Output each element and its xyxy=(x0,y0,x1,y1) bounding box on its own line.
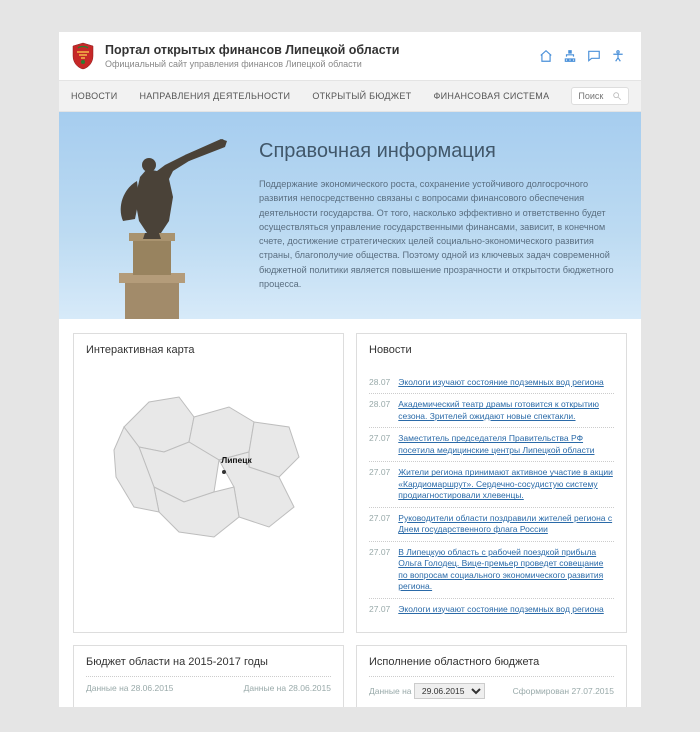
page-container: Портал открытых финансов Липецкой област… xyxy=(59,32,641,707)
accessibility-icon[interactable] xyxy=(611,49,625,63)
news-list: 28.07 Экологи изучают состояние подземных… xyxy=(369,372,614,620)
hero-title: Справочная информация xyxy=(259,140,617,163)
news-link[interactable]: Руководители области поздравили жителей … xyxy=(398,513,614,536)
budget-card: Бюджет области на 2015-2017 годы Данные … xyxy=(73,645,344,707)
interactive-map-card: Интерактивная карта Липецк xyxy=(73,333,344,633)
execution-date-select[interactable]: 29.06.2015 xyxy=(414,683,485,699)
news-link[interactable]: В Липецкую область с рабочей поездкой пр… xyxy=(398,547,614,593)
news-card-title: Новости xyxy=(369,344,614,364)
nav-item-finance-system[interactable]: ФИНАНСОВАЯ СИСТЕМА xyxy=(433,91,549,101)
news-link[interactable]: Академический театр драмы готовится к от… xyxy=(398,399,614,422)
news-item: 27.07 Жители региона принимают активное у… xyxy=(369,462,614,507)
news-item: 27.07 Экологи изучают состояние подземных… xyxy=(369,599,614,620)
news-date: 27.07 xyxy=(369,547,390,593)
budget-card-title: Бюджет области на 2015-2017 годы xyxy=(86,656,331,677)
home-icon[interactable] xyxy=(539,49,553,63)
news-link[interactable]: Экологи изучают состояние подземных вод … xyxy=(398,604,603,615)
search-input[interactable] xyxy=(578,91,608,101)
sitemap-icon[interactable] xyxy=(563,49,577,63)
execution-card: Исполнение областного бюджета Данные на … xyxy=(356,645,627,707)
execution-formed: Сформирован 27.07.2015 xyxy=(513,686,614,696)
hero-banner: Справочная информация Поддержание эконом… xyxy=(59,112,641,319)
main-nav: НОВОСТИ НАПРАВЛЕНИЯ ДЕЯТЕЛЬНОСТИ ОТКРЫТЫ… xyxy=(59,80,641,112)
news-link[interactable]: Заместитель председателя Правительства Р… xyxy=(398,433,614,456)
news-item: 27.07 Руководители области поздравили жит… xyxy=(369,508,614,542)
nav-item-activities[interactable]: НАПРАВЛЕНИЯ ДЕЯТЕЛЬНОСТИ xyxy=(139,91,290,101)
news-link[interactable]: Жители региона принимают активное участи… xyxy=(398,467,614,501)
content-row-2: Бюджет области на 2015-2017 годы Данные … xyxy=(59,633,641,707)
monument-icon xyxy=(77,129,237,319)
map-city-label: Липецк xyxy=(114,455,359,465)
news-card: Новости 28.07 Экологи изучают состояние п… xyxy=(356,333,627,633)
coat-of-arms-icon xyxy=(71,42,95,70)
hero-body: Поддержание экономического роста, сохран… xyxy=(259,177,617,291)
nav-item-open-budget[interactable]: ОТКРЫТЫЙ БЮДЖЕТ xyxy=(312,91,411,101)
news-date: 27.07 xyxy=(369,467,390,501)
execution-label: Данные на xyxy=(369,686,412,696)
search-box[interactable] xyxy=(571,87,629,105)
region-map[interactable]: Липецк xyxy=(86,372,331,570)
content-row-1: Интерактивная карта Липецк xyxy=(59,319,641,633)
site-title: Портал открытых финансов Липецкой област… xyxy=(105,43,539,57)
budget-meta-right: Данные на 28.06.2015 xyxy=(244,683,331,693)
search-icon xyxy=(612,91,622,101)
site-subtitle: Официальный сайт управления финансов Лип… xyxy=(105,59,539,69)
header-icons xyxy=(539,49,625,63)
news-item: 28.07 Академический театр драмы готовится… xyxy=(369,394,614,428)
news-item: 28.07 Экологи изучают состояние подземных… xyxy=(369,372,614,394)
news-link[interactable]: Экологи изучают состояние подземных вод … xyxy=(398,377,603,388)
chat-icon[interactable] xyxy=(587,49,601,63)
news-date: 28.07 xyxy=(369,377,390,388)
map-card-title: Интерактивная карта xyxy=(86,344,331,364)
news-date: 27.07 xyxy=(369,604,390,615)
execution-card-title: Исполнение областного бюджета xyxy=(369,656,614,677)
news-date: 27.07 xyxy=(369,513,390,536)
news-item: 27.07 В Липецкую область с рабочей поездк… xyxy=(369,542,614,599)
news-date: 28.07 xyxy=(369,399,390,422)
budget-meta-left: Данные на 28.06.2015 xyxy=(86,683,173,693)
news-date: 27.07 xyxy=(369,433,390,456)
site-header: Портал открытых финансов Липецкой област… xyxy=(59,32,641,80)
nav-item-news[interactable]: НОВОСТИ xyxy=(71,91,117,101)
news-item: 27.07 Заместитель председателя Правительс… xyxy=(369,428,614,462)
